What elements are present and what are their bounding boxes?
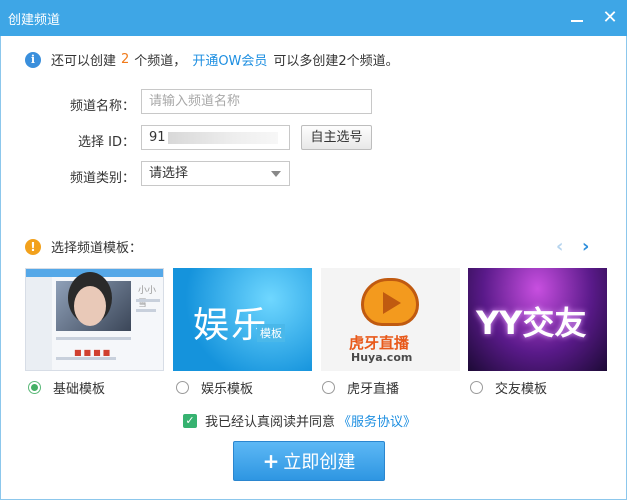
quota-count: 2: [121, 52, 130, 67]
radio-dot: [322, 381, 335, 394]
plus-icon: +: [262, 449, 280, 473]
create-now-button[interactable]: + 立即创建: [233, 441, 385, 481]
channel-category-select[interactable]: 请选择: [141, 161, 290, 186]
thumb-photo: [56, 281, 131, 331]
thumb-line: [136, 309, 156, 312]
template-thumb-entertainment[interactable]: 娱乐 模板: [173, 268, 312, 371]
id-blur-mask: [167, 131, 278, 144]
window-title: 创建频道: [8, 13, 61, 28]
thumb-title: 虎牙直播: [349, 334, 410, 352]
chevron-down-icon: [271, 171, 281, 177]
channel-id-value: 91: [149, 130, 166, 145]
radio-template-basic[interactable]: 基础模板: [28, 378, 105, 397]
quota-text-3: 可以多创建2个频道。: [273, 54, 399, 69]
thumb-sidebar: [26, 277, 52, 370]
thumb-title: YY交友: [476, 304, 587, 342]
radio-label: 基础模板: [53, 382, 106, 397]
thumb-face: [74, 286, 106, 326]
channel-id-input[interactable]: 91: [141, 125, 290, 150]
thumb-dots: ■■■■: [74, 348, 113, 357]
template-thumb-dating[interactable]: YY交友: [468, 268, 607, 371]
warning-icon: !: [25, 238, 41, 255]
quota-text-2: 个频道，: [134, 54, 187, 69]
radio-label: 交友模板: [495, 382, 548, 397]
ow-member-link[interactable]: 开通OW会员: [192, 50, 267, 69]
template-heading: 选择频道模板：: [51, 241, 143, 256]
channel-category-value: 请选择: [149, 166, 189, 181]
template-thumb-huya[interactable]: 虎牙直播 Huya.com: [321, 268, 460, 371]
channel-name-placeholder: 请输入频道名称: [149, 94, 241, 109]
radio-dot: [176, 381, 189, 394]
tiger-logo-icon: [361, 278, 419, 326]
channel-name-input[interactable]: 请输入频道名称: [141, 89, 372, 114]
thumb-username: 小小雪: [138, 286, 157, 309]
close-icon[interactable]: ✕: [598, 6, 622, 30]
quota-text-1: 还可以创建: [51, 54, 117, 69]
thumb-header-bar: [26, 269, 163, 277]
radio-template-dating[interactable]: 交友模板: [470, 378, 547, 397]
channel-category-label: 频道类别：: [69, 171, 135, 186]
template-heading-row: ! 选择频道模板：: [25, 237, 142, 256]
agreement-checkbox[interactable]: ✓: [183, 413, 197, 428]
minimize-icon[interactable]: [565, 6, 589, 30]
thumb-line: [56, 337, 131, 340]
thumb-line: [56, 357, 116, 360]
radio-dot: [28, 381, 41, 394]
radio-label: 虎牙直播: [347, 382, 400, 397]
thumb-subtitle: Huya.com: [351, 351, 413, 364]
agreement-row: ✓ 我已经认真阅读并同意 《服务协议》: [183, 411, 416, 430]
radio-label: 娱乐模板: [201, 382, 254, 397]
thumb-line: [136, 299, 160, 302]
next-arrow-icon[interactable]: ›: [582, 236, 589, 257]
prev-arrow-icon[interactable]: ‹: [556, 236, 563, 257]
info-icon: i: [25, 51, 41, 68]
service-agreement-link[interactable]: 《服务协议》: [338, 411, 416, 430]
title-bar: 创建频道 ✕: [0, 0, 627, 36]
radio-template-entertainment[interactable]: 娱乐模板: [176, 378, 253, 397]
radio-template-huya[interactable]: 虎牙直播: [322, 378, 399, 397]
channel-name-label: 频道名称：: [69, 99, 135, 114]
radio-dot: [470, 381, 483, 394]
channel-id-label: 选择 ID：: [78, 135, 135, 150]
template-thumb-basic[interactable]: 小小雪 ■■■■: [25, 268, 164, 371]
create-now-label: 立即创建: [283, 452, 356, 473]
agreement-text: 我已经认真阅读并同意: [205, 415, 336, 430]
quota-info: i 还可以创建 2 个频道， 开通OW会员 可以多创建2个频道。: [25, 50, 399, 69]
pick-id-button[interactable]: 自主选号: [301, 125, 372, 150]
play-icon: [383, 292, 401, 314]
thumb-subtitle: 模板: [257, 324, 285, 342]
